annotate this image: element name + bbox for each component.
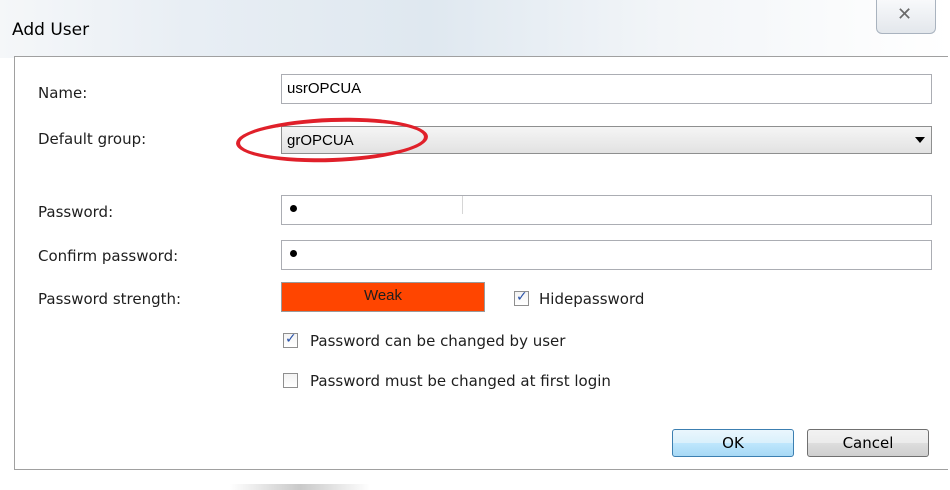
password-strength-label: Password strength: — [38, 290, 182, 308]
confirm-password-label: Confirm password: — [38, 247, 179, 265]
close-icon: ✕ — [897, 4, 913, 25]
password-label: Password: — [38, 203, 114, 221]
chevron-down-icon[interactable] — [915, 137, 925, 143]
ok-button[interactable]: OK — [672, 429, 794, 457]
text-cursor — [462, 196, 463, 214]
bottom-shadow — [230, 484, 370, 490]
must-change-password-label[interactable]: Password must be changed at first login — [310, 372, 611, 390]
name-label: Name: — [38, 84, 88, 102]
bottom-edge — [0, 470, 950, 490]
name-input[interactable]: usrOPCUA — [281, 74, 932, 104]
title-bar: Add User ✕ — [0, 0, 950, 58]
password-strength-meter: Weak — [281, 282, 485, 312]
checkmark-icon: ✓ — [516, 289, 528, 305]
add-user-dialog: Add User ✕ Name: usrOPCUA Default group:… — [0, 0, 950, 490]
window-title: Add User — [12, 20, 90, 40]
hide-password-label[interactable]: Hidepassword — [539, 290, 644, 308]
can-change-password-checkbox[interactable]: ✓ — [283, 331, 298, 348]
checkmark-icon: ✓ — [285, 331, 297, 347]
can-change-password-label[interactable]: Password can be changed by user — [310, 332, 565, 350]
hide-password-checkbox[interactable]: ✓ — [514, 289, 529, 306]
password-mask-dot — [290, 205, 297, 212]
confirm-password-input[interactable] — [281, 240, 932, 270]
password-mask-dot — [290, 250, 297, 257]
password-input[interactable] — [281, 195, 932, 225]
default-group-label: Default group: — [38, 130, 147, 148]
cancel-button[interactable]: Cancel — [807, 429, 929, 457]
must-change-password-checkbox[interactable] — [283, 373, 298, 388]
close-button[interactable]: ✕ — [876, 0, 936, 34]
